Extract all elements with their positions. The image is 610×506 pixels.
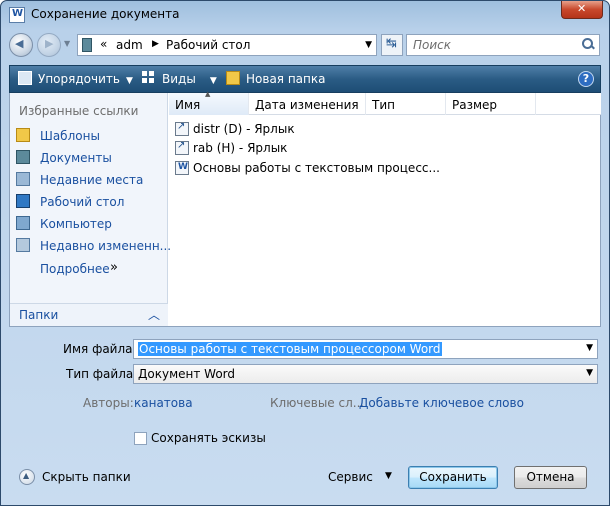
filename-value: Основы работы с текстовым процессором Wo…	[138, 342, 442, 356]
authors-field[interactable]: канатова	[134, 396, 193, 410]
sidebar-item-recent-places[interactable]: Недавние места	[16, 172, 143, 190]
sidebar-item-computer[interactable]: Компьютер	[16, 216, 112, 234]
sidebar-item-desktop[interactable]: Рабочий стол	[16, 194, 124, 212]
sort-ascending-icon: ▲	[205, 90, 211, 98]
column-header-row: ▲ Имя Дата изменения Тип Размер	[169, 90, 601, 115]
search-input[interactable]: Поиск	[406, 34, 600, 56]
chevron-down-icon: ▼	[209, 76, 217, 86]
recently-changed-icon	[16, 238, 30, 252]
content-pane: Избранные ссылки Шаблоны Документы Недав…	[9, 90, 601, 327]
authors-label: Авторы:	[83, 396, 134, 410]
column-header-type[interactable]: Тип	[366, 93, 446, 115]
recent-pages-dropdown[interactable]: ▼	[64, 39, 70, 48]
file-name: rab (H) - Ярлык	[193, 141, 288, 155]
recent-places-icon	[16, 172, 30, 186]
address-bar[interactable]: « adm ▶ Рабочий стол ▼	[77, 34, 377, 56]
column-header-label: Тип	[372, 98, 395, 112]
double-chevron-right-icon[interactable]: »	[110, 260, 118, 275]
forward-button[interactable]	[37, 33, 61, 57]
search-placeholder: Поиск	[413, 38, 452, 52]
column-header-label: Размер	[452, 98, 498, 112]
search-icon[interactable]	[582, 38, 594, 50]
chevron-down-icon: ▼	[586, 368, 593, 378]
folders-toggle[interactable]: Папки ︿	[10, 303, 168, 326]
sidebar-item-label: Шаблоны	[40, 129, 100, 143]
chevron-down-icon[interactable]: ▼	[385, 471, 392, 481]
folder-icon	[16, 128, 30, 142]
list-item[interactable]: distr (D) - Ярлык	[175, 121, 295, 140]
file-name: distr (D) - Ярлык	[193, 122, 295, 136]
favorites-heading: Избранные ссылки	[19, 104, 139, 118]
chevron-down-icon: ▼	[125, 76, 133, 86]
navigation-pane: Избранные ссылки Шаблоны Документы Недав…	[10, 93, 171, 326]
sidebar-item-label: Рабочий стол	[40, 195, 125, 209]
column-header-label: Имя	[175, 98, 201, 112]
sidebar-item-label: Недавно измененн...	[40, 239, 172, 253]
save-button[interactable]: Сохранить	[408, 466, 498, 489]
new-folder-icon	[226, 71, 240, 85]
folder-icon	[82, 38, 92, 52]
documents-icon	[16, 150, 30, 164]
chevron-up-icon: ︿	[147, 308, 160, 322]
computer-icon	[16, 216, 30, 230]
title-bar[interactable]: Сохранение документа	[1, 1, 609, 29]
keywords-field[interactable]: Добавьте ключевое слово	[359, 396, 524, 410]
views-label: Виды	[162, 72, 196, 86]
desktop-icon	[16, 194, 30, 208]
sidebar-item-documents[interactable]: Документы	[16, 150, 112, 168]
window-title: Сохранение документа	[31, 7, 180, 21]
tools-menu[interactable]: Сервис	[328, 470, 373, 484]
file-name: Основы работы с текстовым процесс...	[193, 161, 440, 175]
save-thumbnails-label[interactable]: Сохранять эскизы	[151, 431, 266, 445]
file-list: ▲ Имя Дата изменения Тип Размер distr (D)…	[169, 90, 601, 326]
chevron-right-icon[interactable]: ▶	[152, 39, 159, 49]
new-folder-button[interactable]: Новая папка	[226, 71, 325, 86]
sidebar-item-label: Компьютер	[40, 217, 112, 231]
folders-label: Папки	[19, 308, 59, 322]
chevron-down-icon[interactable]: ▼	[365, 40, 372, 50]
address-row: ▼ « adm ▶ Рабочий стол ▼ Поиск	[9, 31, 601, 61]
organize-icon	[18, 71, 32, 85]
list-item[interactable]: Основы работы с текстовым процесс...	[175, 161, 440, 179]
address-overflow-chevron[interactable]: «	[100, 37, 107, 51]
new-folder-label: Новая папка	[246, 72, 326, 86]
sidebar-item-templates[interactable]: Шаблоны	[16, 128, 100, 146]
address-segment-adm[interactable]: adm	[116, 38, 143, 52]
views-menu[interactable]: Виды ▼	[142, 71, 217, 86]
sidebar-item-recently-changed[interactable]: Недавно измененн...	[16, 238, 171, 256]
views-icon	[142, 71, 156, 85]
column-header-date-modified[interactable]: Дата изменения	[249, 93, 366, 115]
sidebar-item-label: Документы	[40, 151, 112, 165]
toolbar: Упорядочить ▼ Виды ▼ Новая папка ?	[9, 65, 601, 93]
help-icon[interactable]: ?	[578, 71, 594, 87]
filetype-value: Документ Word	[138, 367, 235, 381]
sidebar-item-label: Недавние места	[40, 173, 144, 187]
filename-label: Имя файла:	[63, 342, 137, 356]
organize-label: Упорядочить	[38, 72, 120, 86]
refresh-button[interactable]	[381, 34, 403, 56]
word-app-icon	[9, 7, 25, 23]
shortcut-icon	[175, 121, 189, 136]
list-item[interactable]: rab (H) - Ярлык	[175, 140, 288, 159]
save-thumbnails-checkbox[interactable]	[134, 432, 147, 445]
column-header-size[interactable]: Размер	[446, 93, 536, 115]
close-button[interactable]	[561, 1, 603, 19]
organize-menu[interactable]: Упорядочить ▼	[18, 71, 133, 86]
sidebar-more-link[interactable]: Подробнее	[40, 262, 110, 276]
filename-field[interactable]: Основы работы с текстовым процессором Wo…	[133, 339, 598, 359]
cancel-button[interactable]: Отмена	[514, 466, 587, 489]
word-document-icon	[175, 161, 189, 175]
shortcut-icon	[175, 140, 189, 155]
chevron-down-icon[interactable]: ▼	[586, 343, 593, 353]
keywords-label: Ключевые сл...	[270, 396, 365, 410]
hide-folders-button[interactable]: Скрыть папки	[42, 470, 131, 484]
column-header-label: Дата изменения	[255, 98, 359, 112]
save-dialog: Сохранение документа ▼ « adm ▶ Рабочий с…	[0, 0, 610, 506]
filetype-select[interactable]: Документ Word ▼	[133, 364, 598, 384]
chevron-up-icon[interactable]	[19, 469, 35, 485]
address-segment-desktop[interactable]: Рабочий стол	[166, 38, 250, 52]
filetype-label: Тип файла:	[66, 367, 138, 381]
column-header-name[interactable]: ▲ Имя	[169, 90, 249, 115]
back-button[interactable]	[9, 33, 33, 57]
